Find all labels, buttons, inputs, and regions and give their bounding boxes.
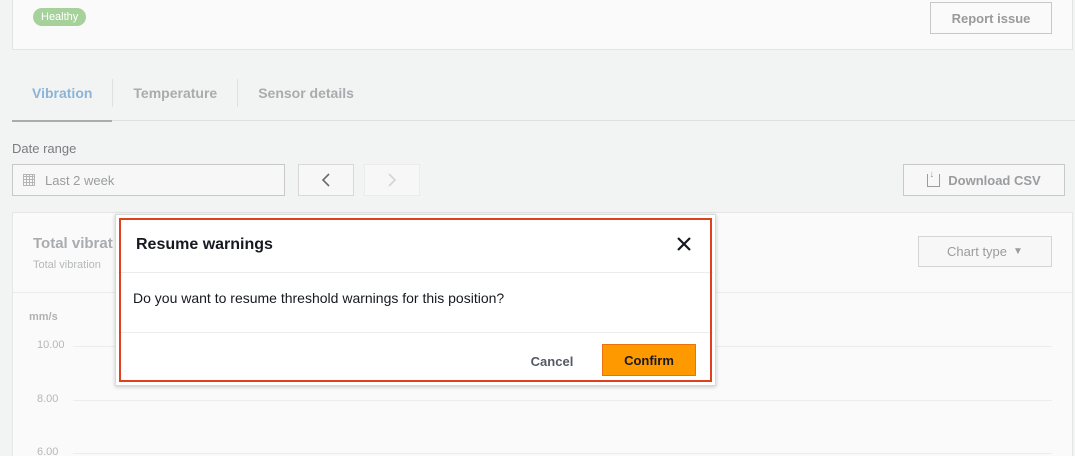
download-csv-button[interactable]: Download CSV (903, 164, 1065, 196)
chevron-left-icon (321, 173, 330, 187)
chevron-right-icon (388, 173, 397, 187)
y-tick-label: 6.00 (37, 446, 59, 456)
resume-warnings-dialog: Resume warnings Do you want to resume th… (115, 214, 716, 386)
close-dialog-button[interactable] (673, 233, 695, 255)
dialog-header: Resume warnings (118, 217, 713, 273)
tab-vibration[interactable]: Vibration (12, 66, 113, 122)
chart-type-dropdown[interactable]: Chart type ▼ (918, 236, 1052, 267)
next-range-button[interactable] (364, 164, 420, 196)
caret-down-icon: ▼ (1013, 246, 1023, 257)
y-tick-label: 10.00 (37, 339, 65, 351)
gridline (73, 400, 1052, 401)
download-csv-label: Download CSV (948, 172, 1041, 188)
date-range-label: Date range (12, 141, 77, 156)
chart-subtitle: Total vibration (33, 259, 101, 271)
status-badge: Healthy (33, 8, 87, 26)
calendar-icon (23, 174, 35, 186)
date-range-input[interactable]: Last 2 week (12, 164, 285, 196)
close-icon (677, 237, 691, 251)
previous-range-button[interactable] (298, 164, 354, 196)
y-tick-label: 8.00 (37, 393, 59, 405)
dialog-footer-divider (118, 332, 713, 333)
tab-sensor-details[interactable]: Sensor details (238, 66, 374, 121)
tab-bar: Vibration Temperature Sensor details (12, 66, 1075, 122)
date-range-value: Last 2 week (45, 172, 115, 188)
asset-summary-card: Healthy Report issue (12, 0, 1073, 50)
confirm-button[interactable]: Confirm (602, 344, 696, 376)
tab-temperature[interactable]: Temperature (113, 66, 237, 121)
cancel-button[interactable]: Cancel (524, 345, 580, 377)
chart-title: Total vibrat (33, 235, 113, 252)
report-issue-button[interactable]: Report issue (930, 2, 1052, 34)
dialog-message: Do you want to resume threshold warnings… (133, 290, 505, 306)
dialog-title: Resume warnings (136, 236, 273, 253)
gridline (73, 453, 1052, 454)
chart-type-label: Chart type (947, 244, 1008, 259)
download-icon (927, 169, 941, 187)
y-axis-unit: mm/s (29, 311, 58, 323)
